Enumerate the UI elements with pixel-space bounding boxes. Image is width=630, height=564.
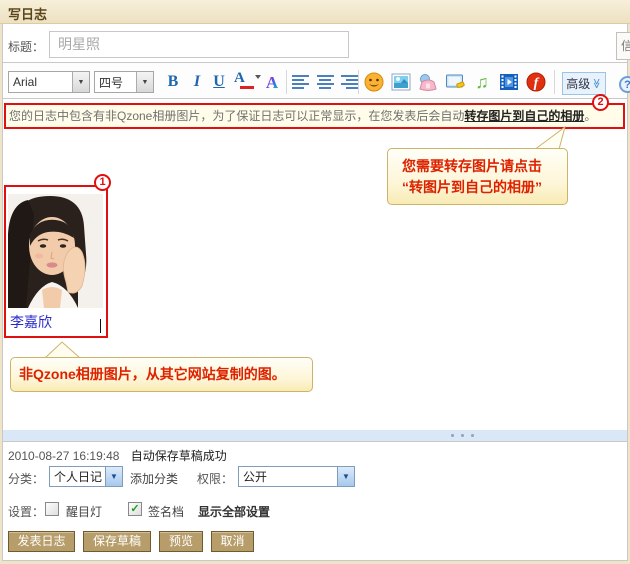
font-size-select[interactable]: 四号 ▼ [94,71,154,93]
chevron-double-down-icon: ≫ [591,78,602,88]
autosave-status: 2010-08-27 16:19:48 自动保存草稿成功 [8,447,227,464]
save-draft-button[interactable]: 保存草稿 [83,531,151,552]
preview-button[interactable]: 预览 [159,531,203,552]
text-cursor [100,319,101,333]
doodle-icon [445,72,465,92]
category-value: 个人日记 [50,468,105,485]
notice-text: 您的日志中包含有非Qzone相册图片，为了保证日志可以正常显示，在您发表后会自动 [9,109,464,123]
bold-button[interactable]: B [162,71,184,93]
smiley-icon [364,72,384,92]
emoticon-button[interactable] [364,72,384,92]
callout-transfer-hint: 您需要转存图片请点击 “转图片到自己的相册” [387,148,568,205]
portrait-photo[interactable] [8,194,103,308]
cancel-button[interactable]: 取消 [211,531,254,552]
chevron-down-icon[interactable]: ▼ [337,467,354,486]
category-label: 分类： [8,470,44,487]
callout-line: “转图片到自己的相册” [402,177,567,198]
autosave-message: 自动保存草稿成功 [131,449,227,463]
magic-pic-icon [418,72,438,92]
highlight-checkbox[interactable] [45,502,59,516]
toolbar-divider [358,70,359,94]
toolbar-divider [286,70,287,94]
chevron-down-icon[interactable]: ▼ [105,467,122,486]
callout-line: 您需要转存图片请点击 [402,156,567,177]
advanced-label: 高级 [566,75,590,92]
page-title: 写日志 [8,4,47,23]
font-color-swatch [240,86,254,89]
insert-video-button[interactable] [499,72,519,92]
insert-music-button[interactable]: ♫ [472,72,492,92]
toolbar-divider [554,70,555,94]
chevron-down-icon[interactable]: ▼ [136,72,153,92]
chevron-down-icon [255,75,261,79]
font-family-select[interactable]: Arial ▼ [8,71,90,93]
show-all-settings-link[interactable]: 显示全部设置 [198,503,270,520]
chevron-down-icon[interactable]: ▼ [72,72,89,92]
font-color-button[interactable]: A [234,71,260,93]
help-icon[interactable]: ? [619,76,630,93]
image-caption-link[interactable]: 李嘉欣 [10,312,52,332]
title-input[interactable]: 明星照 [49,31,349,58]
editor-resize-handle[interactable] [3,430,627,441]
align-right-icon[interactable] [340,71,358,93]
music-note-icon: ♫ [475,72,489,92]
permission-value: 公开 [239,468,337,485]
underline-button[interactable]: U [208,71,230,93]
drag-dot [461,434,464,437]
annotated-image-frame: 李嘉欣 [4,185,108,338]
flash-icon: f [526,72,546,92]
italic-button[interactable]: I [186,71,208,93]
page-header [0,0,630,24]
drag-dot [471,434,474,437]
highlight-option-label: 醒目灯 [66,503,102,520]
magic-pic-button[interactable] [418,72,438,92]
advanced-button[interactable]: 高级 ≫ [562,72,606,95]
transfer-images-link[interactable]: 转存图片到自己的相册 [464,109,584,123]
category-select[interactable]: 个人日记 ▼ [49,466,123,487]
insert-flash-button[interactable]: f [526,72,546,92]
font-family-value: Arial [9,75,72,89]
signature-checkbox[interactable]: ✓ [128,502,142,516]
art-text-icon: A [262,71,282,93]
annotation-badge-1: 1 [94,174,111,191]
video-icon [499,72,519,92]
font-size-value: 四号 [95,74,136,91]
image-icon [391,72,411,92]
stationery-button[interactable]: 信 [616,32,630,60]
doodle-button[interactable] [445,72,465,92]
signature-option-label: 签名档 [148,503,184,520]
title-label: 标题： [8,38,44,55]
art-text-button[interactable]: A [262,71,282,93]
callout-image-note: 非Qzone相册图片，从其它网站复制的图。 [10,357,313,392]
permission-select[interactable]: 公开 ▼ [238,466,355,487]
autosave-timestamp: 2010-08-27 16:19:48 [8,449,119,463]
permission-label: 权限： [197,470,233,487]
annotation-badge-2: 2 [592,94,609,111]
svg-text:A: A [266,73,279,92]
align-center-icon[interactable] [316,71,334,93]
publish-button[interactable]: 发表日志 [8,531,75,552]
insert-image-button[interactable] [391,72,411,92]
align-left-icon[interactable] [292,71,310,93]
add-category-link[interactable]: 添加分类 [130,470,178,487]
drag-dot [451,434,454,437]
settings-label: 设置： [8,503,44,520]
notice-suffix: 。 [584,109,596,123]
